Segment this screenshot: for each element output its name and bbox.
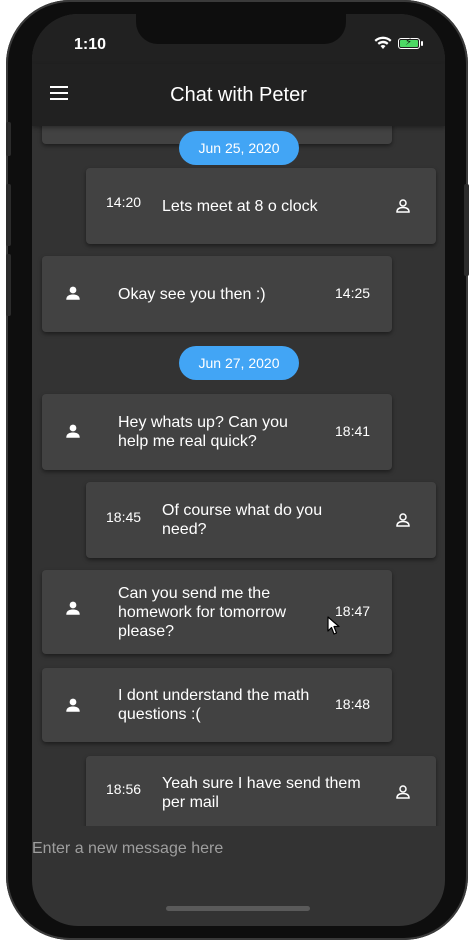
app-title: Chat with Peter — [170, 84, 307, 106]
status-time: 1:10 — [74, 36, 107, 53]
battery-cap — [421, 41, 423, 46]
message-text: Hey whats up? Can you help me real quick… — [118, 414, 288, 450]
message-card-me[interactable]: 14:20 Lets meet at 8 o clock — [86, 168, 436, 244]
date-chip: Jun 25, 2020 — [179, 131, 299, 165]
person-icon — [66, 698, 80, 712]
person-icon — [396, 785, 410, 799]
message-card-me[interactable]: 18:56 Yeah sure I have send them per mai… — [86, 756, 436, 826]
message-card-peter[interactable]: Can you send me the homework for tomorro… — [42, 570, 392, 654]
message-time: 18:45 — [106, 509, 142, 525]
mouse-cursor-icon — [327, 616, 340, 635]
mute-switch — [6, 122, 11, 156]
message-card-peter[interactable]: I dont understand the math questions :( … — [42, 668, 392, 742]
person-icon — [396, 199, 410, 213]
message-time: 18:48 — [335, 696, 371, 712]
message-input-area — [32, 834, 445, 874]
message-text: Lets meet at 8 o clock — [162, 198, 318, 215]
home-indicator[interactable] — [166, 906, 310, 911]
person-icon — [66, 601, 80, 615]
person-icon — [396, 513, 410, 527]
message-card-me[interactable]: 18:45 Of course what do you need? — [86, 482, 436, 558]
volume-down-button — [6, 254, 11, 316]
message-text: Yeah sure I have send them per mail — [162, 775, 361, 811]
status-bar: 1:10 ⚡ — [32, 14, 445, 64]
power-button — [464, 184, 469, 276]
message-text: I dont understand the math questions :( — [118, 687, 310, 723]
battery-icon: ⚡ — [398, 37, 420, 49]
wifi-icon — [374, 36, 392, 49]
app-bar: Chat with Peter — [32, 64, 445, 126]
message-input[interactable] — [32, 834, 445, 864]
date-chip: Jun 27, 2020 — [179, 346, 299, 380]
message-text: Okay see you then :) — [118, 286, 266, 303]
message-card-peter[interactable]: Okay see you then :) 14:25 — [42, 256, 392, 332]
chat-list[interactable]: Jun 25, 2020 14:20 Lets meet at 8 o cloc… — [32, 126, 445, 826]
person-icon — [66, 286, 80, 300]
message-time: 18:56 — [106, 781, 142, 797]
notch — [136, 14, 346, 44]
phone-screen: 1:10 ⚡ Chat with Peter Jun 25, 2020 14:2… — [32, 14, 445, 926]
message-time: 14:25 — [335, 285, 371, 301]
message-card-peter[interactable]: Hey whats up? Can you help me real quick… — [42, 394, 392, 470]
message-time: 14:20 — [106, 194, 142, 210]
volume-up-button — [6, 184, 11, 246]
message-time: 18:41 — [335, 423, 371, 439]
message-text: Can you send me the homework for tomorro… — [118, 585, 287, 640]
person-icon — [66, 424, 80, 438]
message-text: Of course what do you need? — [162, 502, 323, 538]
